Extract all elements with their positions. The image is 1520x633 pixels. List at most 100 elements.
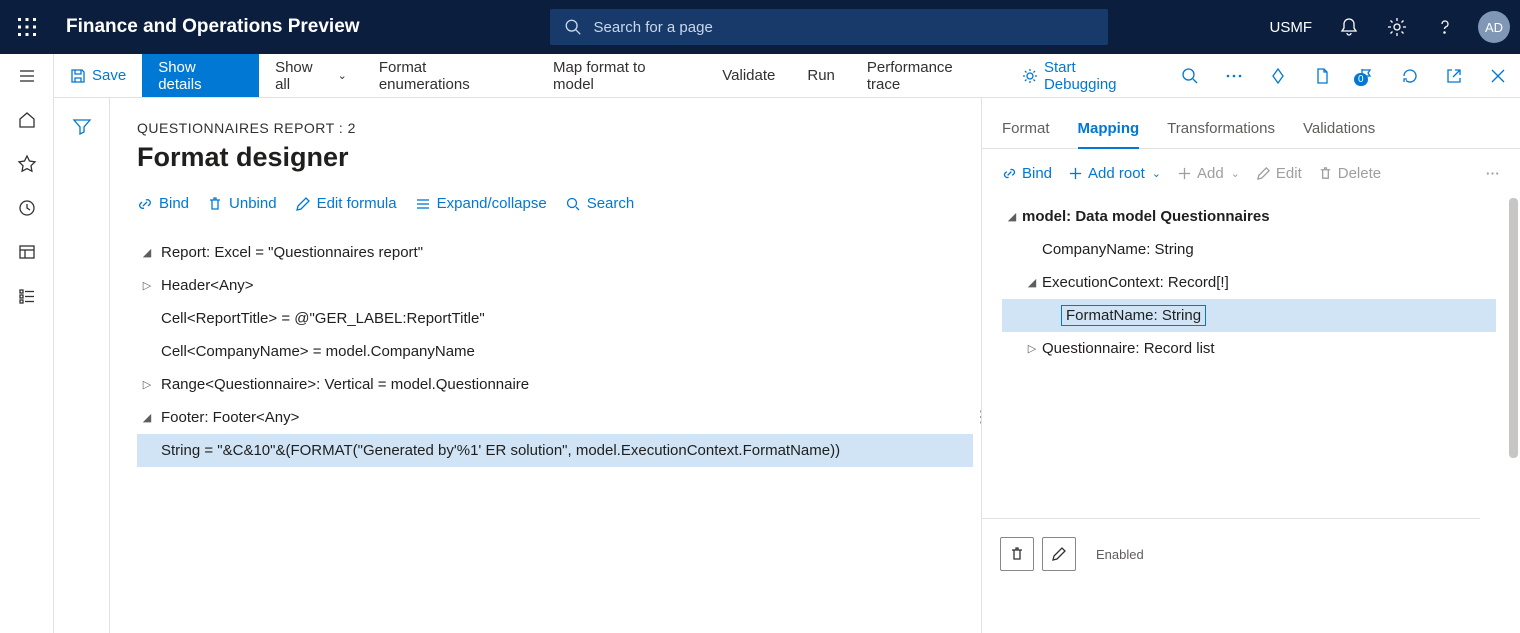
- tree-node-footer[interactable]: ◢Footer: Footer<Any>: [137, 401, 973, 434]
- collapse-icon[interactable]: ◢: [137, 411, 157, 424]
- refresh-icon: [1401, 67, 1419, 85]
- tree-node-header[interactable]: ▷Header<Any>: [137, 269, 973, 302]
- performance-trace-button[interactable]: Performance trace: [851, 54, 1006, 97]
- diamond-icon: [1269, 67, 1287, 85]
- unbind-button[interactable]: Unbind: [207, 195, 277, 212]
- star-icon: [17, 154, 37, 174]
- nav-modules[interactable]: [0, 274, 54, 318]
- tab-mapping[interactable]: Mapping: [1078, 120, 1140, 149]
- edit-formula-button[interactable]: Edit formula: [295, 195, 397, 212]
- model-node-formatname[interactable]: FormatName: String: [1002, 299, 1496, 332]
- settings-button[interactable]: [1376, 0, 1418, 54]
- expand-collapse-button[interactable]: Expand/collapse: [415, 195, 547, 212]
- breadcrumb: QUESTIONNAIRES REPORT : 2: [137, 120, 973, 136]
- workspace-icon: [17, 242, 37, 262]
- command-bar: Save Show details Show all⌄ Format enume…: [0, 54, 1520, 98]
- more-button[interactable]: [1485, 166, 1500, 181]
- tree-search-button[interactable]: Search: [565, 195, 635, 212]
- pencil-icon: [295, 196, 311, 212]
- page-icon: [1313, 67, 1331, 85]
- search-command[interactable]: [1168, 54, 1212, 97]
- model-node-companyname[interactable]: CompanyName: String: [1002, 233, 1496, 266]
- tree-node-company-name[interactable]: Cell<CompanyName> = model.CompanyName: [137, 335, 973, 368]
- trash-icon: [1009, 546, 1025, 562]
- validate-button[interactable]: Validate: [706, 54, 791, 97]
- show-details-button[interactable]: Show details: [142, 54, 259, 97]
- help-button[interactable]: [1424, 0, 1466, 54]
- global-header: Finance and Operations Preview Search fo…: [0, 0, 1520, 54]
- map-format-button[interactable]: Map format to model: [537, 54, 706, 97]
- clock-icon: [17, 198, 37, 218]
- filter-icon: [72, 116, 92, 136]
- run-button[interactable]: Run: [791, 54, 851, 97]
- app-title: Finance and Operations Preview: [66, 16, 360, 38]
- mapping-pane: Format Mapping Transformations Validatio…: [982, 98, 1520, 633]
- hamburger-icon: [17, 66, 37, 86]
- bind-button[interactable]: Bind: [137, 195, 189, 212]
- enabled-label: Enabled: [1096, 547, 1144, 562]
- expand-icon[interactable]: ▷: [137, 279, 157, 292]
- format-tree: ◢Report: Excel = "Questionnaires report"…: [137, 236, 973, 467]
- help-icon: [1435, 17, 1455, 37]
- more-icon: [1225, 67, 1243, 85]
- tree-node-range[interactable]: ▷Range<Questionnaire>: Vertical = model.…: [137, 368, 973, 401]
- link-icon: [1002, 166, 1017, 181]
- tree-node-report-title[interactable]: Cell<ReportTitle> = @"GER_LABEL:ReportTi…: [137, 302, 973, 335]
- nav-recent[interactable]: [0, 186, 54, 230]
- model-tree: ◢model: Data model Questionnaires Compan…: [982, 182, 1520, 365]
- model-node-root[interactable]: ◢model: Data model Questionnaires: [1002, 200, 1496, 233]
- home-icon: [17, 110, 37, 130]
- scrollbar[interactable]: [1509, 198, 1518, 458]
- tab-transformations[interactable]: Transformations: [1167, 120, 1275, 148]
- tree-node-report[interactable]: ◢Report: Excel = "Questionnaires report": [137, 236, 973, 269]
- plus-icon: [1068, 166, 1083, 181]
- global-search[interactable]: Search for a page: [550, 9, 1108, 45]
- collapse-icon[interactable]: ◢: [137, 246, 157, 259]
- show-all-button[interactable]: Show all⌄: [259, 54, 363, 97]
- tab-validations[interactable]: Validations: [1303, 120, 1375, 148]
- right-tabs: Format Mapping Transformations Validatio…: [982, 98, 1520, 149]
- nav-favorites[interactable]: [0, 142, 54, 186]
- model-node-questionnaire[interactable]: ▷Questionnaire: Record list: [1002, 332, 1496, 365]
- popout[interactable]: [1432, 67, 1476, 85]
- nav-workspaces[interactable]: [0, 230, 54, 274]
- tab-format[interactable]: Format: [1002, 120, 1050, 148]
- edit-details-button[interactable]: [1042, 537, 1076, 571]
- add-root-button[interactable]: Add root⌄: [1068, 165, 1161, 182]
- start-debugging-button[interactable]: Start Debugging: [1006, 54, 1168, 97]
- search-icon: [1181, 67, 1199, 85]
- save-button[interactable]: Save: [54, 54, 142, 97]
- format-enumerations-button[interactable]: Format enumerations: [363, 54, 537, 97]
- pencil-icon: [1256, 166, 1271, 181]
- bell-icon: [1339, 17, 1359, 37]
- main-content: QUESTIONNAIRES REPORT : 2 Format designe…: [111, 98, 1520, 633]
- expand-icon[interactable]: ▷: [137, 378, 157, 391]
- plus-icon: [1177, 166, 1192, 181]
- office-addin[interactable]: [1256, 67, 1300, 85]
- legal-entity[interactable]: USMF: [1260, 19, 1323, 36]
- nav-home[interactable]: [0, 98, 54, 142]
- attachments[interactable]: [1300, 67, 1344, 85]
- messages[interactable]: 0: [1344, 67, 1388, 85]
- user-avatar[interactable]: AD: [1478, 11, 1510, 43]
- delete-button[interactable]: Delete: [1318, 165, 1381, 182]
- filter-pane-toggle[interactable]: [55, 98, 110, 633]
- tree-node-string[interactable]: String = "&C&10"&(FORMAT("Generated by'%…: [137, 434, 973, 467]
- trash-icon: [207, 196, 223, 212]
- nav-expand[interactable]: [0, 54, 54, 98]
- edit-button[interactable]: Edit: [1256, 165, 1302, 182]
- model-node-executioncontext[interactable]: ◢ExecutionContext: Record[!]: [1002, 266, 1496, 299]
- notifications-button[interactable]: [1328, 0, 1370, 54]
- delete-details-button[interactable]: [1000, 537, 1034, 571]
- add-button[interactable]: Add⌄: [1177, 165, 1240, 182]
- search-icon: [564, 18, 582, 36]
- navigation-rail: [0, 54, 54, 633]
- bind-model-button[interactable]: Bind: [1002, 165, 1052, 182]
- trash-icon: [1318, 166, 1333, 181]
- close[interactable]: [1476, 67, 1520, 85]
- more-commands[interactable]: [1212, 67, 1256, 85]
- app-launcher[interactable]: [0, 0, 54, 54]
- save-icon: [70, 68, 86, 84]
- more-icon: [1485, 166, 1500, 181]
- refresh[interactable]: [1388, 67, 1432, 85]
